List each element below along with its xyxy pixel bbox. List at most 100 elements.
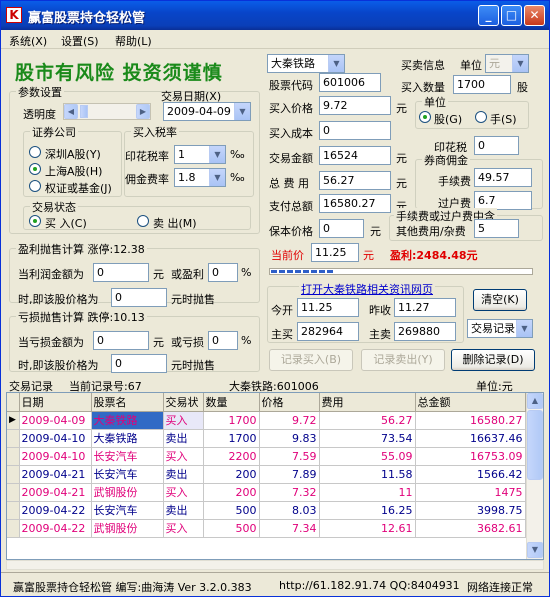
cell-qty[interactable]: 2200 — [203, 447, 260, 466]
trade-amount-input[interactable]: 16524 — [319, 146, 391, 165]
table-row[interactable]: 2009-04-21 武钢股份 买入 200 7.32 11 1475 — [7, 483, 526, 502]
cell-name[interactable]: 长安汽车 — [91, 501, 164, 520]
menu-help[interactable]: 帮助(L) — [115, 33, 152, 49]
cell-total[interactable]: 1475 — [415, 483, 526, 502]
info-link[interactable]: 打开大秦铁路相关资讯网页 — [299, 281, 435, 297]
unit-select[interactable]: 元 ▼ — [485, 54, 529, 73]
chevron-down-icon[interactable]: ▼ — [209, 169, 225, 186]
slider-thumb[interactable] — [80, 105, 88, 118]
stamp-tax-select[interactable]: 1 ▼ — [174, 145, 226, 164]
table-row[interactable]: 2009-04-10 大秦铁路 卖出 1700 9.83 73.54 16637.46 — [7, 429, 526, 448]
cell-fee[interactable]: 16.25 — [319, 501, 416, 520]
scroll-thumb[interactable] — [527, 410, 543, 480]
cell-price[interactable]: 9.72 — [259, 411, 320, 430]
cell-qty[interactable]: 200 — [203, 465, 260, 484]
commission-select[interactable]: 1.8 ▼ — [174, 168, 226, 187]
buy-price-input[interactable]: 9.72 — [319, 96, 391, 115]
maximize-button[interactable]: □ — [501, 5, 522, 26]
loss-price-input[interactable]: 0 — [111, 354, 167, 373]
cell-qty[interactable]: 200 — [203, 483, 260, 502]
menu-settings[interactable]: 设置(S) — [61, 33, 99, 49]
radio-buy[interactable] — [29, 215, 41, 227]
column-header[interactable]: 总金额 — [415, 393, 526, 412]
profit-price-input[interactable]: 0 — [111, 288, 167, 307]
column-header[interactable]: 股票名 — [91, 393, 164, 412]
cell-price[interactable]: 8.03 — [259, 501, 320, 520]
stamp-input[interactable]: 0 — [474, 136, 519, 155]
cell-state[interactable]: 买入 — [163, 483, 204, 502]
cell-qty[interactable]: 500 — [203, 501, 260, 520]
cell-fee[interactable]: 55.09 — [319, 447, 416, 466]
stock-select[interactable]: 大秦铁路 ▼ — [267, 54, 345, 73]
unit-lot-label[interactable]: 手(S) — [490, 111, 517, 127]
cell-total[interactable]: 3998.75 — [415, 501, 526, 520]
chevron-down-icon[interactable]: ▼ — [328, 55, 344, 72]
minimize-button[interactable]: _ — [478, 5, 499, 26]
cell-name[interactable]: 武钢股份 — [91, 519, 164, 538]
profit-amount-input[interactable]: 0 — [93, 263, 149, 282]
table-row[interactable]: 2009-04-22 武钢股份 买入 500 7.34 12.61 3682.61 — [7, 519, 526, 538]
column-header[interactable]: 交易状 — [163, 393, 204, 412]
radio-shenzhen[interactable] — [29, 146, 41, 158]
cell-qty[interactable]: 1700 — [203, 411, 260, 430]
cell-fee[interactable]: 12.61 — [319, 519, 416, 538]
table-row[interactable]: 2009-04-21 长安汽车 卖出 200 7.89 11.58 1566.42 — [7, 465, 526, 484]
cell-price[interactable]: 7.32 — [259, 483, 320, 502]
cell-date[interactable]: 2009-04-10 — [19, 429, 92, 448]
profit-percent-input[interactable]: 0 — [208, 263, 238, 282]
cell-name[interactable]: 大秦铁路 — [91, 429, 164, 448]
cell-date[interactable]: 2009-04-22 — [19, 501, 92, 520]
loss-amount-input[interactable]: 0 — [93, 331, 149, 350]
cell-state[interactable]: 卖出 — [163, 465, 204, 484]
horizontal-scrollbar[interactable] — [6, 560, 544, 570]
cell-total[interactable]: 3682.61 — [415, 519, 526, 538]
scroll-up-icon[interactable]: ▲ — [527, 393, 543, 409]
table-row[interactable]: ▶ 2009-04-09 大秦铁路 买入 1700 9.72 56.27 16580.27 — [7, 411, 526, 430]
handling-fee-input[interactable]: 49.57 — [474, 168, 532, 187]
record-sell-button[interactable]: 记录卖出(Y) — [361, 349, 445, 371]
clear-button[interactable]: 清空(K) — [473, 289, 527, 311]
column-header[interactable]: 费用 — [319, 393, 416, 412]
cell-state[interactable]: 卖出 — [163, 429, 204, 448]
scroll-down-icon[interactable]: ▼ — [527, 542, 543, 558]
cell-name[interactable]: 武钢股份 — [91, 483, 164, 502]
radio-warrant[interactable] — [29, 180, 41, 192]
chevron-down-icon[interactable]: ▼ — [234, 103, 250, 120]
cell-total[interactable]: 16753.09 — [415, 447, 526, 466]
cell-name[interactable]: 长安汽车 — [91, 447, 164, 466]
cell-state[interactable]: 买入 — [163, 411, 204, 430]
other-fee-input[interactable]: 5 — [474, 219, 519, 238]
paid-total-input[interactable]: 16580.27 — [319, 194, 391, 213]
column-header[interactable]: 日期 — [19, 393, 92, 412]
chevron-down-icon[interactable]: ▼ — [512, 55, 528, 72]
buy-qty-input[interactable]: 1700 — [453, 75, 511, 94]
trade-date-picker[interactable]: 2009-04-09 ▼ — [163, 102, 251, 121]
table-row[interactable]: 2009-04-10 长安汽车 买入 2200 7.59 55.09 16753.09 — [7, 447, 526, 466]
title-bar[interactable]: K 赢富股票持仓轻松管 _ □ ✕ — [1, 1, 549, 30]
cell-price[interactable]: 9.83 — [259, 429, 320, 448]
record-buy-button[interactable]: 记录买入(B) — [269, 349, 353, 371]
cell-date[interactable]: 2009-04-21 — [19, 483, 92, 502]
table-row[interactable]: 2009-04-22 长安汽车 卖出 500 8.03 16.25 3998.75 — [7, 501, 526, 520]
stock-code-input[interactable]: 601006 — [319, 73, 381, 92]
total-fee-input[interactable]: 56.27 — [319, 171, 391, 190]
cell-total[interactable]: 1566.42 — [415, 465, 526, 484]
cell-date[interactable]: 2009-04-10 — [19, 447, 92, 466]
cell-price[interactable]: 7.89 — [259, 465, 320, 484]
radio-unit-share[interactable] — [419, 111, 431, 123]
radio-unit-lot[interactable] — [475, 111, 487, 123]
cell-name[interactable]: 大秦铁路 — [91, 411, 164, 430]
cell-state[interactable]: 买入 — [163, 519, 204, 538]
broker-shenzhen-label[interactable]: 深圳A股(Y) — [45, 146, 101, 162]
close-button[interactable]: ✕ — [524, 5, 545, 26]
radio-sell[interactable] — [137, 215, 149, 227]
delete-record-button[interactable]: 删除记录(D) — [451, 349, 535, 371]
cell-price[interactable]: 7.59 — [259, 447, 320, 466]
cell-fee[interactable]: 73.54 — [319, 429, 416, 448]
cell-date[interactable]: 2009-04-21 — [19, 465, 92, 484]
prev-close-input[interactable]: 11.27 — [394, 298, 456, 317]
records-scrollbar[interactable]: ▲ ▼ — [526, 393, 543, 559]
breakeven-input[interactable]: 0 — [319, 219, 364, 238]
broker-shanghai-label[interactable]: 上海A股(H) — [45, 163, 102, 179]
unit-share-label[interactable]: 股(G) — [434, 111, 462, 127]
